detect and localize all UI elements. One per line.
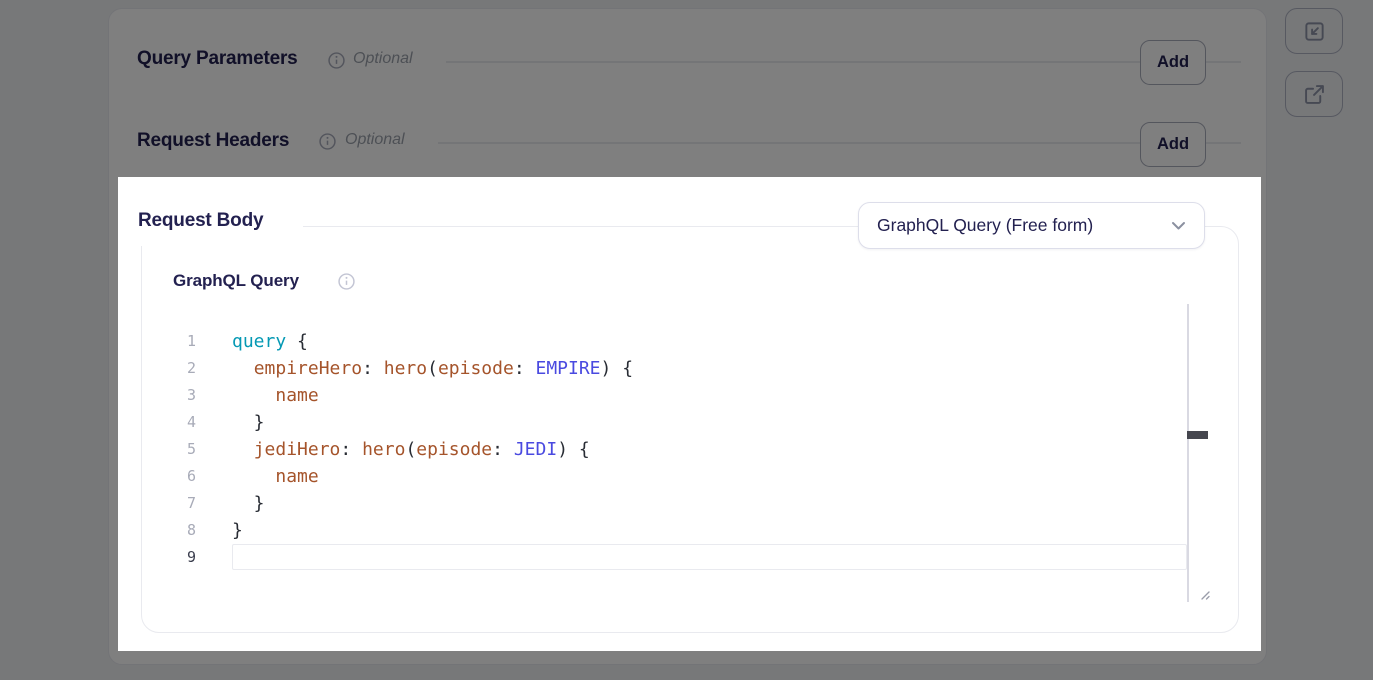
code-row: 8} <box>170 517 1220 544</box>
line-number: 5 <box>170 436 196 463</box>
code-line[interactable]: } <box>232 490 1187 517</box>
request-body-label: Request Body <box>138 210 263 232</box>
line-number: 9 <box>170 544 196 571</box>
code-line[interactable] <box>232 544 1187 570</box>
line-number: 4 <box>170 409 196 436</box>
overlay-dim-left <box>0 177 118 651</box>
query-parameters-divider <box>446 61 1241 63</box>
node-config-card: Query Parameters Optional Add Request He… <box>108 8 1267 665</box>
code-row: 9 <box>170 544 1220 571</box>
code-row: 7 } <box>170 490 1220 517</box>
code-line[interactable]: } <box>232 409 1187 436</box>
code-row: 3 name <box>170 382 1220 409</box>
code-row: 4 } <box>170 409 1220 436</box>
request-headers-divider <box>438 142 1241 144</box>
chevron-down-icon <box>1171 221 1186 231</box>
info-icon[interactable] <box>338 273 355 290</box>
query-parameters-label: Query Parameters <box>137 48 298 70</box>
line-number: 1 <box>170 328 196 355</box>
overlay-dim-right <box>1261 177 1373 651</box>
open-external-button[interactable] <box>1285 71 1343 117</box>
code-row: 1 query { <box>170 328 1220 355</box>
request-headers-optional-badge: Optional <box>345 131 405 149</box>
query-parameters-optional-badge: Optional <box>353 50 413 68</box>
line-number: 3 <box>170 382 196 409</box>
body-type-select[interactable]: GraphQL Query (Free form) <box>858 202 1205 249</box>
graphql-query-label: GraphQL Query <box>173 271 299 291</box>
code-row: 5 jediHero: hero(episode: JEDI) { <box>170 436 1220 463</box>
code-row: 2 empireHero: hero(episode: EMPIRE) { <box>170 355 1220 382</box>
code-row: 6 name <box>170 463 1220 490</box>
insert-inline-icon <box>1303 20 1326 43</box>
editor-scrollbar-thumb[interactable] <box>1187 431 1208 439</box>
code-line[interactable]: jediHero: hero(episode: JEDI) { <box>232 436 1187 463</box>
request-headers-label: Request Headers <box>137 130 289 152</box>
body-type-select-value: GraphQL Query (Free form) <box>877 215 1093 236</box>
editor-edge-line <box>1187 304 1189 602</box>
graphql-code-editor[interactable]: 1query {2 empireHero: hero(episode: EMPI… <box>170 328 1220 571</box>
line-number: 6 <box>170 463 196 490</box>
request-body-group-card: GraphQL Query 1query {2 empireHero: hero… <box>141 226 1239 633</box>
code-line[interactable]: empireHero: hero(episode: EMPIRE) { <box>232 355 1187 382</box>
code-line[interactable]: name <box>232 463 1187 490</box>
info-icon[interactable] <box>328 52 345 69</box>
open-external-icon <box>1303 83 1326 106</box>
add-query-parameter-button[interactable]: Add <box>1140 40 1206 85</box>
line-number: 8 <box>170 517 196 544</box>
code-line[interactable]: } <box>232 517 1187 544</box>
resize-grip-icon[interactable] <box>1196 586 1211 606</box>
add-request-header-button[interactable]: Add <box>1140 122 1206 167</box>
line-number: 7 <box>170 490 196 517</box>
code-line[interactable]: name <box>232 382 1187 409</box>
insert-inline-button[interactable] <box>1285 8 1343 54</box>
code-line[interactable]: query { <box>232 328 1187 355</box>
info-icon[interactable] <box>319 133 336 150</box>
line-number: 2 <box>170 355 196 382</box>
